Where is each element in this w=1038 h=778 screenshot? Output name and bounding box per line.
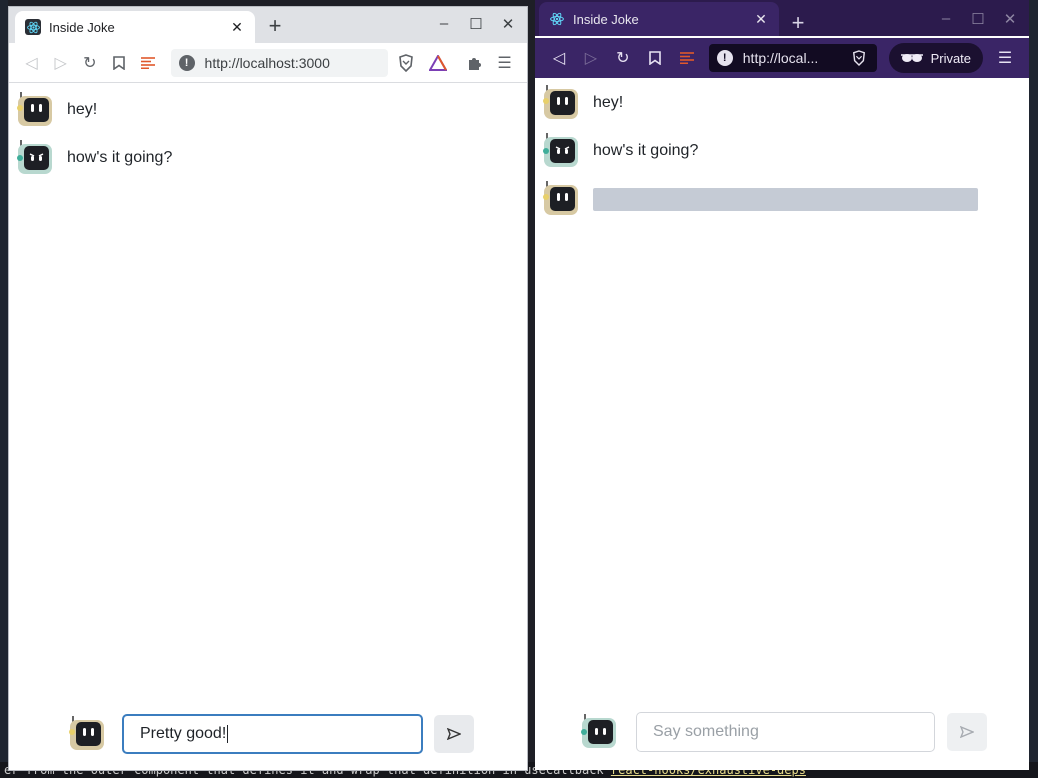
window-controls: – ☐ ✕ — [435, 15, 517, 33]
minimize-icon[interactable]: – — [937, 10, 955, 28]
message-composer: Say something — [535, 710, 1029, 770]
private-glasses-icon — [900, 54, 923, 62]
browser-tab[interactable]: Inside Joke ✕ — [15, 11, 255, 43]
chat-area: hey! how's it going? Say something — [535, 79, 1029, 770]
chat-message: how's it going? — [15, 140, 172, 176]
back-icon[interactable]: ◁ — [17, 49, 46, 77]
window-controls: – ☐ ✕ — [937, 10, 1019, 28]
maximize-icon[interactable]: ☐ — [969, 10, 987, 28]
message-text: hey! — [593, 94, 624, 111]
desktop-right-edge — [1029, 0, 1038, 778]
message-input-placeholder: Say something — [653, 723, 759, 740]
desktop-left-edge — [0, 0, 8, 778]
send-button[interactable] — [947, 713, 987, 751]
title-bar: Inside Joke ✕ + – ☐ ✕ — [535, 0, 1029, 36]
robot-avatar-icon — [15, 92, 53, 128]
browser-tab[interactable]: Inside Joke ✕ — [539, 2, 779, 36]
back-icon[interactable]: ◁ — [543, 44, 575, 72]
send-icon — [960, 726, 974, 738]
robot-avatar-icon — [15, 140, 53, 176]
menu-icon[interactable]: ☰ — [490, 49, 519, 77]
forward-icon[interactable]: ▷ — [575, 44, 607, 72]
right-browser-window: Inside Joke ✕ + – ☐ ✕ ◁ ▷ ↻ ! http://loc… — [535, 0, 1029, 770]
reader-mode-icon[interactable] — [671, 44, 703, 72]
toolbar: ◁ ▷ ↻ ! http://localhost:3000 ☰ — [9, 43, 527, 83]
robot-avatar-icon — [541, 181, 579, 217]
message-input-value: Pretty good! — [140, 725, 227, 742]
message-composer: Pretty good! — [9, 710, 527, 770]
reload-icon[interactable]: ↻ — [607, 44, 639, 72]
bookmark-icon[interactable] — [104, 49, 133, 77]
new-tab-icon[interactable]: + — [262, 13, 288, 39]
react-icon — [25, 19, 41, 35]
url-text: http://local... — [742, 50, 819, 66]
private-window-button[interactable]: Private — [888, 43, 984, 73]
message-text: how's it going? — [67, 149, 173, 166]
send-button[interactable] — [434, 715, 474, 753]
address-bar[interactable]: ! http://localhost:3000 — [170, 48, 389, 77]
chat-area: hey! how's it going? Pretty good! — [9, 84, 527, 770]
chat-message: how's it going? — [541, 133, 698, 169]
private-label: Private — [930, 50, 972, 66]
menu-icon[interactable]: ☰ — [989, 44, 1021, 72]
message-input[interactable]: Say something — [636, 712, 935, 752]
bookmark-icon[interactable] — [639, 44, 671, 72]
robot-avatar-icon — [541, 133, 579, 169]
info-icon[interactable]: ! — [178, 54, 195, 71]
extensions-icon[interactable] — [461, 49, 490, 77]
chat-message-pending — [541, 181, 978, 217]
brave-shield-icon[interactable] — [396, 52, 414, 74]
new-tab-icon[interactable]: + — [785, 10, 811, 36]
chat-message: hey! — [541, 85, 623, 121]
reload-icon[interactable]: ↻ — [75, 49, 104, 77]
brave-shield-icon[interactable] — [849, 47, 869, 69]
reader-mode-icon[interactable] — [133, 49, 162, 77]
minimize-icon[interactable]: – — [435, 15, 453, 33]
message-text: hey! — [67, 101, 98, 118]
message-text: how's it going? — [593, 142, 699, 159]
forward-icon[interactable]: ▷ — [46, 49, 75, 77]
close-tab-icon[interactable]: ✕ — [229, 19, 245, 36]
address-bar[interactable]: ! http://local... — [708, 44, 877, 72]
info-icon[interactable]: ! — [716, 50, 733, 66]
title-bar: Inside Joke ✕ + – ☐ ✕ — [9, 7, 527, 43]
robot-avatar-icon — [541, 85, 579, 121]
tab-title: Inside Joke — [573, 11, 639, 27]
close-window-icon[interactable]: ✕ — [499, 15, 517, 33]
left-browser-window: Inside Joke ✕ + – ☐ ✕ ◁ ▷ ↻ ! http://loc… — [8, 6, 528, 771]
url-text: http://localhost:3000 — [204, 54, 330, 71]
message-input[interactable]: Pretty good! — [122, 714, 423, 754]
tab-title: Inside Joke — [49, 19, 115, 35]
toolbar: ◁ ▷ ↻ ! http://local... Private ☰ — [535, 38, 1029, 78]
robot-avatar-icon — [67, 716, 105, 752]
close-tab-icon[interactable]: ✕ — [753, 11, 769, 28]
chat-message: hey! — [15, 92, 97, 128]
react-icon — [549, 11, 565, 27]
brave-rewards-icon[interactable] — [428, 52, 447, 74]
robot-avatar-icon — [579, 714, 617, 750]
maximize-icon[interactable]: ☐ — [467, 15, 485, 33]
typing-placeholder — [593, 187, 978, 211]
send-icon — [447, 728, 461, 740]
close-window-icon[interactable]: ✕ — [1001, 10, 1019, 28]
text-cursor — [227, 725, 229, 743]
